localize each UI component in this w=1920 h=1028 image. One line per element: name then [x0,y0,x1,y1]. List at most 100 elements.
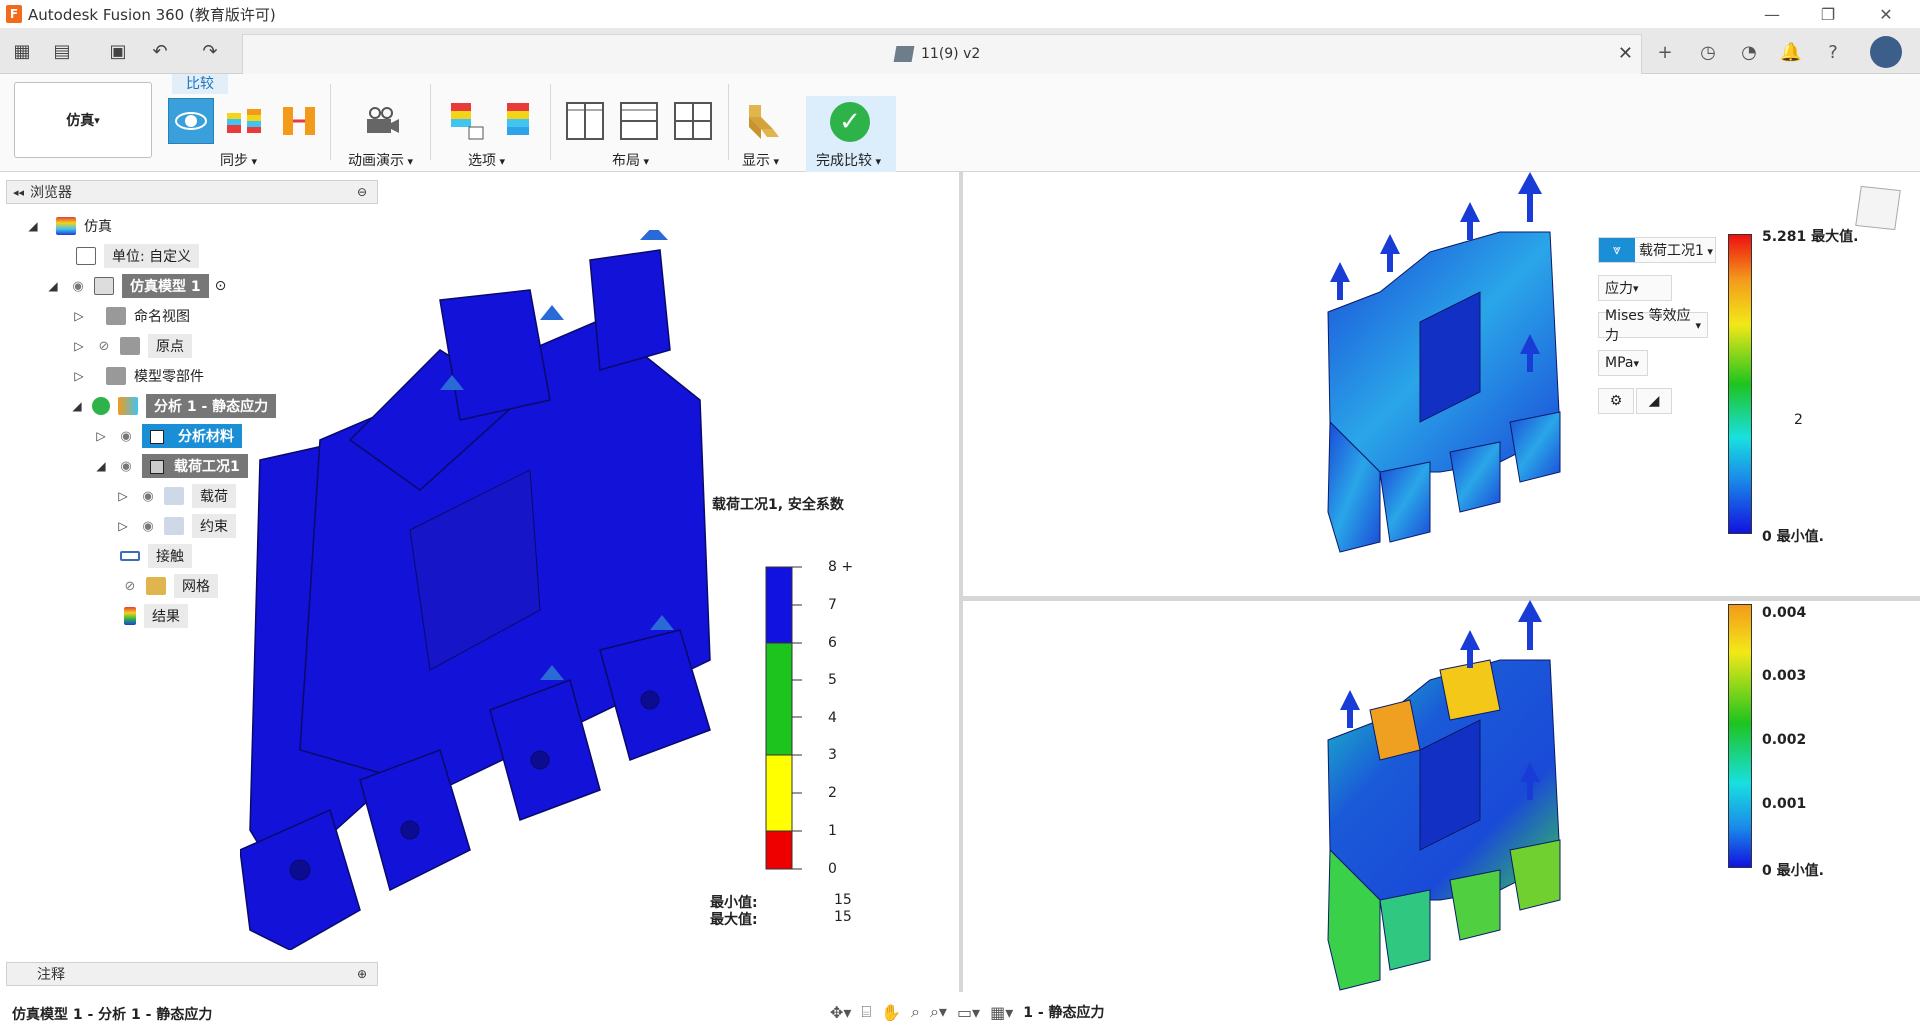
tree-item-study-materials[interactable]: ▷ ◉ 分析材料 [94,424,242,448]
document-close-icon[interactable]: ✕ [1618,43,1633,64]
visibility-eye-icon[interactable]: ◉ [138,519,158,534]
sync-results-button[interactable] [222,98,268,144]
tree-item-origin[interactable]: ▷ ⊘ 原点 [72,334,192,358]
tree-item-named-views[interactable]: ▷ 命名视图 [72,304,190,328]
tree-item-sim-model[interactable]: ◢ ◉ 仿真模型 1 ⊙ [46,274,226,298]
tree-item-units[interactable]: 单位: 自定义 [76,244,200,268]
layout-horizontal-button[interactable] [616,98,662,144]
animation-button[interactable] [358,98,404,144]
layout-three-pane-icon [674,102,712,140]
close-button[interactable]: ✕ [1858,0,1914,28]
collapsed-triangle-icon[interactable]: ▷ [72,369,86,383]
tree-item-constraints[interactable]: ▷ ◉ 约束 [116,514,236,538]
zoom-icon[interactable]: ⌕ [911,1002,920,1022]
right-bottom-viewport-model[interactable] [1320,600,1570,992]
job-status-icon[interactable]: ◔ [1734,38,1764,66]
animation-group-label[interactable]: 动画演示 [348,150,413,170]
sync-camera-button[interactable] [168,98,214,144]
left-viewport-model[interactable] [240,230,720,950]
load-case-dropdown[interactable]: ⩔ 载荷工况1 [1598,237,1716,263]
hidden-eye-icon[interactable]: ⊘ [120,579,140,594]
pan-hand-icon[interactable]: ✋ [881,1003,901,1022]
expanded-triangle-icon[interactable]: ◢ [94,459,108,473]
minimize-panel-icon[interactable]: ⊖ [357,185,367,199]
notifications-icon[interactable]: 🔔 [1776,38,1806,66]
maximize-button[interactable]: ❐ [1800,0,1856,28]
result-type-dropdown[interactable]: 应力 [1598,275,1672,301]
layout-group-label[interactable]: 布局 [612,150,649,170]
collapsed-triangle-icon[interactable]: ▷ [94,429,108,443]
settings-gear-icon[interactable]: ⚙ [1598,388,1634,414]
legend-tick: 0.001 [1762,796,1807,812]
file-menu-icon[interactable]: ▤ [48,38,76,64]
tree-item-simulation[interactable]: ◢ 仿真 [26,214,112,238]
tree-item-mesh[interactable]: ⊘ 网格 [120,574,218,598]
visibility-eye-icon[interactable]: ◉ [68,279,88,294]
options-legend-button[interactable] [496,98,542,144]
options-group-label[interactable]: 选项 [468,150,505,170]
sync-group-label[interactable]: 同步 [220,150,257,170]
visibility-eye-icon[interactable]: ◉ [116,459,136,474]
help-icon[interactable]: ? [1818,38,1848,66]
app-grid-icon[interactable]: ▦ [8,38,36,64]
collapsed-triangle-icon[interactable]: ▷ [72,339,86,353]
viewport-divider-vertical[interactable] [959,172,963,992]
orbit-icon[interactable]: ✥▾ [830,1003,851,1022]
layout-vertical-button[interactable] [562,98,608,144]
redo-icon[interactable]: ↷ [196,38,224,64]
finish-group-label[interactable]: 完成比较 [816,150,881,170]
display-cubes-icon [749,105,779,139]
legend-band-yellow [765,754,793,832]
view-cube-icon[interactable] [1855,185,1901,231]
collapse-arrows-icon[interactable]: ◂◂ [13,186,24,199]
collapsed-triangle-icon[interactable]: ▷ [116,519,130,533]
document-icon [76,247,96,265]
visibility-eye-icon[interactable]: ◉ [116,429,136,444]
save-icon[interactable]: ▣ [104,38,132,64]
add-note-icon[interactable]: ⊕ [357,967,367,981]
notes-panel[interactable]: 注释 ⊕ [6,962,378,986]
legend-tick: 8 + [828,559,854,575]
grid-settings-icon[interactable]: ▦▾ [990,1003,1013,1022]
tree-item-model-components[interactable]: ▷ 模型零部件 [72,364,204,388]
display-group-label[interactable]: 显示 [742,150,779,170]
load-case-icon [150,460,164,474]
options-result-button[interactable] [444,98,490,144]
expanded-triangle-icon[interactable]: ◢ [70,399,84,413]
browser-header[interactable]: ◂◂ 浏览器 ⊖ [6,180,378,204]
document-tab[interactable]: 11(9) v2 ✕ [242,34,1642,74]
display-button[interactable] [740,98,786,144]
undo-icon[interactable]: ↶ [146,38,174,64]
active-radio-icon[interactable]: ⊙ [215,278,227,294]
expand-triangle-icon[interactable]: ◢ [1636,388,1672,414]
tree-label: 仿真 [84,219,112,235]
layout-quad-button[interactable] [670,98,716,144]
compare-tab[interactable]: 比较 [172,74,228,94]
tree-item-contacts[interactable]: 接触 [120,544,192,568]
expanded-triangle-icon[interactable]: ◢ [46,279,60,293]
model-bottom-lug [1449,869,1501,941]
tree-item-loads[interactable]: ▷ ◉ 载荷 [116,484,236,508]
right-top-viewport-model[interactable] [1320,172,1570,562]
extensions-icon[interactable]: ◷ [1693,38,1723,66]
workspace-selector[interactable]: 仿真 [14,82,152,158]
minimize-button[interactable]: — [1744,0,1800,28]
display-settings-icon[interactable]: ▭▾ [957,1003,980,1022]
unit-dropdown[interactable]: MPa [1598,350,1648,376]
user-avatar[interactable] [1870,36,1902,68]
hidden-eye-icon[interactable]: ⊘ [94,339,114,354]
legend-band-blue [765,566,793,644]
legend-tick: 3 [828,747,837,763]
look-at-icon[interactable]: ⌸ [861,1002,871,1022]
tab-bar: ▦ ▤ ▣ ↶ ↷ 11(9) v2 ✕ + ◷ ◔ 🔔 ? [0,28,1920,74]
new-tab-icon[interactable]: + [1650,38,1680,66]
collapsed-triangle-icon[interactable]: ▷ [72,309,86,323]
visibility-eye-icon[interactable]: ◉ [138,489,158,504]
tree-item-load-case[interactable]: ◢ ◉ 载荷工况1 [94,454,248,478]
expanded-triangle-icon[interactable]: ◢ [26,219,40,233]
fit-window-icon[interactable]: ⌕▾ [930,1002,947,1022]
component-dropdown[interactable]: Mises 等效应力 [1598,308,1708,344]
tree-item-results[interactable]: 结果 [124,604,188,628]
sync-legend-button[interactable] [276,98,322,144]
collapsed-triangle-icon[interactable]: ▷ [116,489,130,503]
